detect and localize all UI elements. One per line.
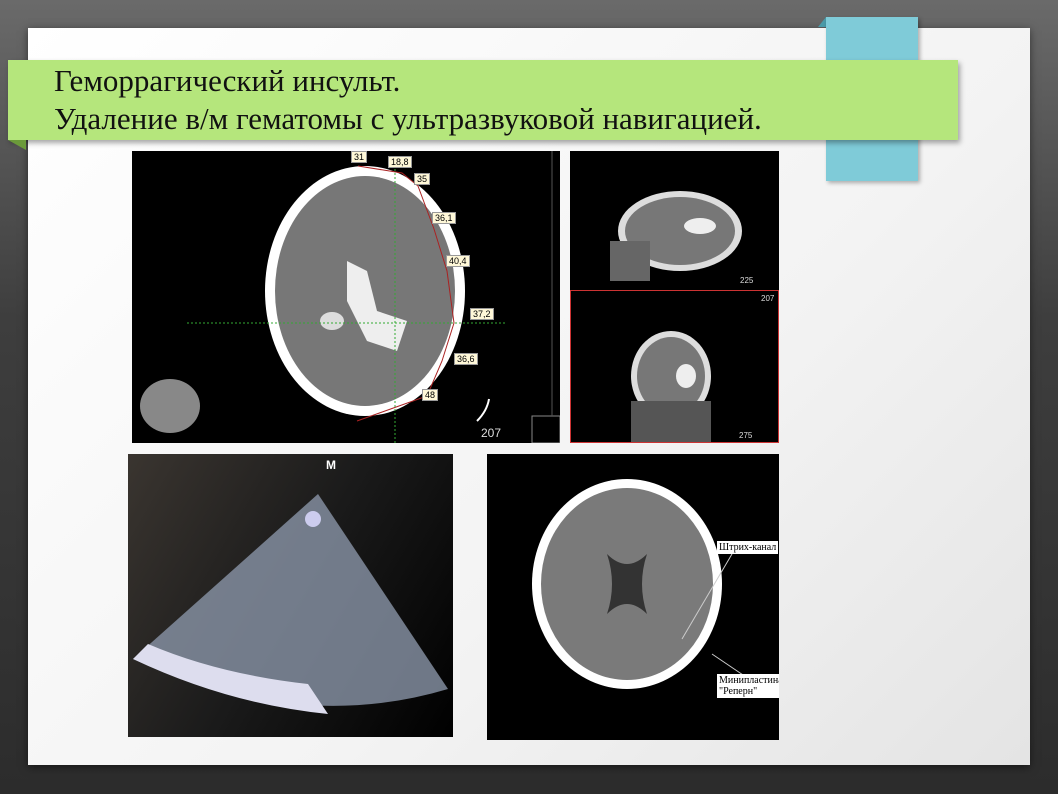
banner-fold	[8, 140, 26, 150]
ct-sagittal-image: 225	[570, 151, 779, 290]
measurement-label: 37,2	[470, 308, 494, 320]
measurement-label: 36,1	[432, 212, 456, 224]
measurement-label: 18,8	[388, 156, 412, 168]
ct-coronal-image: 207 275	[570, 290, 779, 443]
ct-axial-image: 31 18,8 35 36,1 40,4 37,2 36,6 48 207	[132, 151, 560, 443]
slide-title: Геморрагический инсульт. Удаление в/м ге…	[54, 62, 762, 138]
plate-label-line2: "Реперн"	[719, 686, 758, 697]
measurement-label: 36,6	[454, 353, 478, 365]
slice-number: 275	[739, 431, 753, 440]
slice-number: 207	[481, 426, 502, 440]
title-line-1: Геморрагический инсульт.	[54, 63, 401, 98]
title-line-2: Удаление в/м гематомы с ультразвуковой н…	[54, 101, 762, 136]
ct-axial-scan	[140, 151, 560, 443]
ultrasound-marker: M	[326, 458, 336, 472]
measurement-label: 48	[422, 389, 439, 401]
annotation-plate: Минипластина "Реперн"	[717, 674, 779, 698]
measurement-label: 35	[414, 173, 431, 185]
measurement-label: 31	[351, 151, 368, 163]
ct-postop-image: Штрих-канал Минипластина "Реперн"	[487, 454, 779, 740]
ultrasound-image: M	[128, 454, 453, 737]
annotation-channel: Штрих-канал	[717, 541, 779, 554]
top-number: 207	[761, 294, 775, 303]
slice-number: 225	[740, 276, 754, 285]
plate-label-line1: Минипластина	[719, 675, 779, 686]
tab-fold	[818, 17, 826, 27]
measurement-label: 40,4	[446, 255, 470, 267]
